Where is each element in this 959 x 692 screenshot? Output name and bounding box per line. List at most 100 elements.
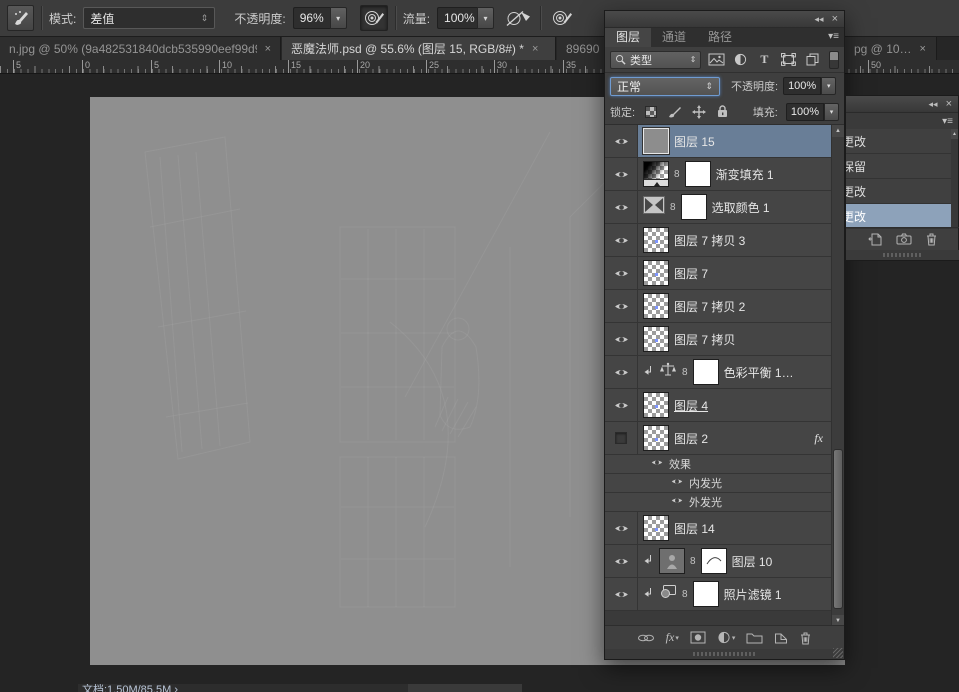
layer-fx-badge[interactable]: fx — [814, 431, 823, 446]
color-balance-icon[interactable] — [659, 362, 677, 382]
effect-visibility-toggle[interactable] — [671, 496, 683, 508]
layer-row-content[interactable]: 8渐变填充 1 — [638, 158, 831, 190]
pressure-opacity-button[interactable] — [360, 5, 388, 31]
layer-thumbnail[interactable] — [643, 392, 669, 418]
layer-row-content[interactable]: 图层 15 — [638, 125, 831, 157]
layer-row-content[interactable]: 图层 2 fx — [638, 422, 831, 454]
layer-effect-row[interactable]: 效果 — [605, 455, 831, 474]
layer-mask-thumbnail[interactable] — [693, 359, 719, 385]
delete-layer-button[interactable] — [799, 631, 812, 645]
panel-resize-handle[interactable] — [846, 250, 959, 260]
layer-visibility-cell[interactable] — [605, 125, 638, 157]
new-document-from-state-button[interactable] — [868, 233, 883, 246]
close-panel-icon[interactable]: × — [946, 98, 952, 110]
effect-visibility-toggle[interactable] — [651, 458, 663, 470]
panel-resize-grip[interactable] — [833, 648, 843, 658]
filter-type-select[interactable]: 类型 ⇕ — [610, 51, 701, 69]
panel-tab-layers[interactable]: 图层 — [605, 28, 651, 47]
filter-smart-objects-button[interactable] — [803, 51, 822, 68]
layer-fill-value[interactable]: 100% — [786, 103, 824, 121]
effect-visibility-toggle[interactable] — [671, 477, 683, 489]
layer-name[interactable]: 选取颜色 1 — [712, 199, 770, 216]
flow-combo[interactable]: 100% ▾ — [437, 7, 494, 29]
layer-row[interactable]: 图层 7 拷贝 2 — [605, 290, 831, 323]
layer-thumbnail[interactable] — [643, 425, 669, 451]
layer-opacity-value[interactable]: 100% — [783, 77, 821, 95]
layer-name[interactable]: 图层 7 拷贝 — [674, 331, 735, 348]
layer-name[interactable]: 图层 7 — [674, 265, 708, 282]
tab-close-icon[interactable]: × — [532, 43, 538, 55]
new-layer-button[interactable] — [774, 631, 788, 644]
layer-name[interactable]: 照片滤镜 1 — [724, 586, 782, 603]
layer-visibility-cell[interactable] — [605, 158, 638, 190]
mask-link-icon[interactable]: 8 — [682, 589, 688, 600]
tool-preset-picker[interactable] — [7, 5, 34, 31]
layer-name[interactable]: 图层 15 — [674, 133, 715, 150]
layer-row[interactable]: 图层 4 — [605, 389, 831, 422]
mask-link-icon[interactable]: 8 — [674, 169, 680, 180]
flow-value[interactable]: 100% — [437, 7, 477, 29]
tab-close-icon[interactable]: × — [920, 43, 926, 55]
selective-color-icon[interactable] — [643, 196, 665, 219]
filter-type-layers-button[interactable]: T — [755, 51, 774, 68]
gradient-fill-thumbnail[interactable] — [643, 161, 669, 187]
filter-shape-layers-button[interactable] — [779, 51, 798, 68]
layer-name[interactable]: 图层 10 — [732, 553, 773, 570]
layer-blend-mode-select[interactable]: 正常 ⇕ — [610, 77, 720, 96]
layer-name[interactable]: 色彩平衡 1… — [724, 364, 794, 381]
layer-row[interactable]: 图层 7 — [605, 257, 831, 290]
layer-visibility-cell[interactable] — [605, 224, 638, 256]
layer-effect-row[interactable]: 内发光 — [605, 474, 831, 493]
layer-mask-thumbnail[interactable] — [701, 548, 727, 574]
layer-thumbnail[interactable] — [643, 128, 669, 154]
layer-name[interactable]: 图层 7 拷贝 2 — [674, 298, 745, 315]
layer-visibility-cell[interactable] — [605, 323, 638, 355]
panel-menu-icon[interactable]: ▾≡ — [942, 116, 953, 127]
layer-row-content[interactable]: 8选取颜色 1 — [638, 191, 831, 223]
layer-name[interactable]: 图层 7 拷贝 3 — [674, 232, 745, 249]
panel-tab-channels[interactable]: 通道 — [651, 28, 697, 47]
opacity-value[interactable]: 96% — [293, 7, 330, 29]
layer-name[interactable]: 图层 4 — [674, 397, 708, 414]
mask-link-icon[interactable]: 8 — [690, 556, 696, 567]
layer-row[interactable]: 8渐变填充 1 — [605, 158, 831, 191]
layer-row-content[interactable]: 图层 7 拷贝 — [638, 323, 831, 355]
layer-row[interactable]: 图层 7 拷贝 3 — [605, 224, 831, 257]
layer-row[interactable]: 图层 7 拷贝 — [605, 323, 831, 356]
dropdown-button[interactable]: ▾ — [477, 7, 494, 29]
layer-row-content[interactable]: 8色彩平衡 1… — [638, 356, 831, 388]
filter-pixel-layers-button[interactable] — [706, 51, 725, 68]
layer-name[interactable]: 图层 2 — [674, 430, 708, 447]
history-state-row[interactable]: 保留 — [846, 154, 953, 179]
document-tab[interactable]: pg @ 10…× — [845, 37, 937, 60]
airbrush-button[interactable] — [505, 5, 533, 31]
visibility-empty-box[interactable] — [615, 432, 627, 444]
layer-row[interactable]: 图层 14 — [605, 512, 831, 545]
layer-visibility-cell[interactable] — [605, 512, 638, 544]
scroll-thumb[interactable] — [833, 449, 843, 609]
collapse-panel-icon[interactable]: ◂◂ — [815, 14, 824, 25]
layer-thumbnail[interactable] — [643, 515, 669, 541]
new-group-button[interactable] — [746, 632, 763, 644]
layer-row-content[interactable]: 8 照片滤镜 1 — [638, 578, 831, 610]
delete-state-button[interactable] — [925, 232, 938, 246]
layer-opacity-combo[interactable]: 100% ▾ — [783, 77, 836, 95]
layer-mask-thumbnail[interactable] — [681, 194, 707, 220]
layer-style-button[interactable]: fx▾ — [666, 630, 679, 645]
layer-visibility-cell[interactable] — [605, 389, 638, 421]
new-snapshot-button[interactable] — [896, 233, 912, 245]
layer-thumbnail[interactable] — [643, 326, 669, 352]
layer-visibility-cell[interactable] — [605, 356, 638, 388]
lock-all-button[interactable] — [715, 104, 731, 120]
layer-row[interactable]: 8 照片滤镜 1 — [605, 578, 831, 611]
pressure-size-button[interactable] — [548, 5, 576, 31]
blend-mode-select[interactable]: 差值 ⇕ — [83, 7, 215, 29]
layer-row[interactable]: 图层 15 — [605, 125, 831, 158]
panel-resize-handle[interactable] — [605, 649, 844, 659]
add-layer-mask-button[interactable] — [690, 631, 706, 644]
lock-transparency-button[interactable] — [643, 104, 659, 120]
history-state-row[interactable]: 更改 — [846, 129, 953, 154]
layer-row[interactable]: 8色彩平衡 1… — [605, 356, 831, 389]
layer-mask-thumbnail[interactable] — [693, 581, 719, 607]
layer-visibility-cell[interactable] — [605, 578, 638, 610]
